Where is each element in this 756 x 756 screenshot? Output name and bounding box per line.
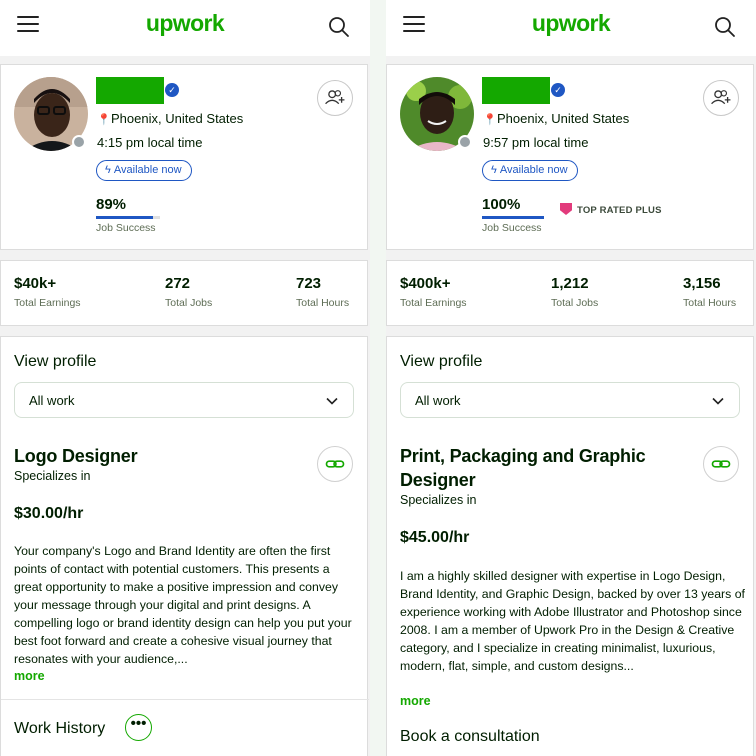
job-success-label: Job Success [96,222,156,234]
search-icon[interactable] [714,16,736,38]
available-now-badge: ϟ Available now [96,160,192,181]
stat-total-jobs: 1,212 Total Jobs [551,275,599,309]
hourly-rate: $30.00/hr [14,505,84,522]
work-history-heading: Work History [14,720,106,737]
location-pin-icon: 📍 [97,114,111,126]
chevron-down-icon [326,397,338,405]
top-rated-shield-icon [560,203,572,215]
local-time: 9:57 pm local time [483,135,589,150]
copy-link-button[interactable] [703,446,739,482]
upwork-logo[interactable]: upwork [386,10,756,37]
profile-panel-left: upwork ✓ 📍Phoenix, United States 4:15 pm… [0,0,370,756]
top-navigation-bar: upwork [0,0,370,56]
top-rated-plus-badge: TOP RATED PLUS [560,203,662,216]
work-filter-select[interactable]: All work [400,382,740,418]
job-success-label: Job Success [482,222,542,234]
job-success-bar-fill [96,216,153,219]
stats-card: $400k+ Total Earnings 1,212 Total Jobs 3… [386,260,754,326]
lightning-icon: ϟ [491,164,500,176]
copy-link-button[interactable] [317,446,353,482]
book-consultation-heading[interactable]: Book a consultation [400,728,540,746]
stat-total-earnings: $40k+ Total Earnings [14,275,81,309]
view-profile-heading: View profile [14,353,97,370]
profile-description: Your company's Logo and Brand Identity a… [14,544,352,666]
more-link[interactable]: more [400,694,431,708]
job-success-bar [482,216,544,219]
divider [1,699,369,700]
profile-header-card: ✓ 📍Phoenix, United States 9:57 pm local … [386,64,754,250]
work-history-options-button[interactable]: ••• [125,714,152,741]
local-time: 4:15 pm local time [97,135,203,150]
freelancer-name-redacted [96,77,164,104]
hourly-rate: $45.00/hr [400,529,470,546]
chevron-down-icon [712,397,724,405]
online-status-dot [72,135,86,149]
location: 📍Phoenix, United States [483,111,630,126]
upwork-logo[interactable]: upwork [0,10,370,37]
specializes-in-label: Specializes in [400,493,477,507]
view-profile-heading: View profile [400,353,483,370]
more-link[interactable]: more [14,669,45,683]
profile-title: Print, Packaging and Graphic Designer [400,446,646,490]
stat-total-hours: 3,156 Total Hours [683,275,737,309]
add-to-team-button[interactable] [703,80,739,116]
job-success-percent: 89% [96,196,127,213]
stat-total-earnings: $400k+ Total Earnings [400,275,467,309]
location: 📍Phoenix, United States [97,111,244,126]
stat-total-hours: 723 Total Hours [296,275,350,309]
job-success-bar-fill [482,216,544,219]
available-now-badge: ϟ Available now [482,160,578,181]
profile-details-card: View profile All work Logo Designer Spec… [0,336,369,756]
profile-details-card: View profile All work Print, Packaging a… [386,336,754,756]
specializes-in-label: Specializes in [14,469,91,483]
verified-badge-icon: ✓ [165,83,179,97]
stats-card: $40k+ Total Earnings 272 Total Jobs 723 … [0,260,368,326]
lightning-icon: ϟ [105,164,114,176]
verified-badge-icon: ✓ [551,83,565,97]
search-icon[interactable] [328,16,350,38]
work-filter-select[interactable]: All work [14,382,354,418]
add-to-team-button[interactable] [317,80,353,116]
job-success-percent: 100% [482,196,521,213]
freelancer-name-redacted [482,77,550,104]
profile-title: Logo Designer [14,446,138,466]
profile-panel-right: upwork ✓ 📍Phoenix, United States 9:57 pm… [386,0,756,756]
job-success-bar [96,216,160,219]
profile-description: I am a highly skilled designer with expe… [400,569,745,673]
top-navigation-bar: upwork [386,0,756,56]
online-status-dot [458,135,472,149]
location-pin-icon: 📍 [483,114,497,126]
profile-header-card: ✓ 📍Phoenix, United States 4:15 pm local … [0,64,368,250]
stat-total-jobs: 272 Total Jobs [165,275,213,309]
